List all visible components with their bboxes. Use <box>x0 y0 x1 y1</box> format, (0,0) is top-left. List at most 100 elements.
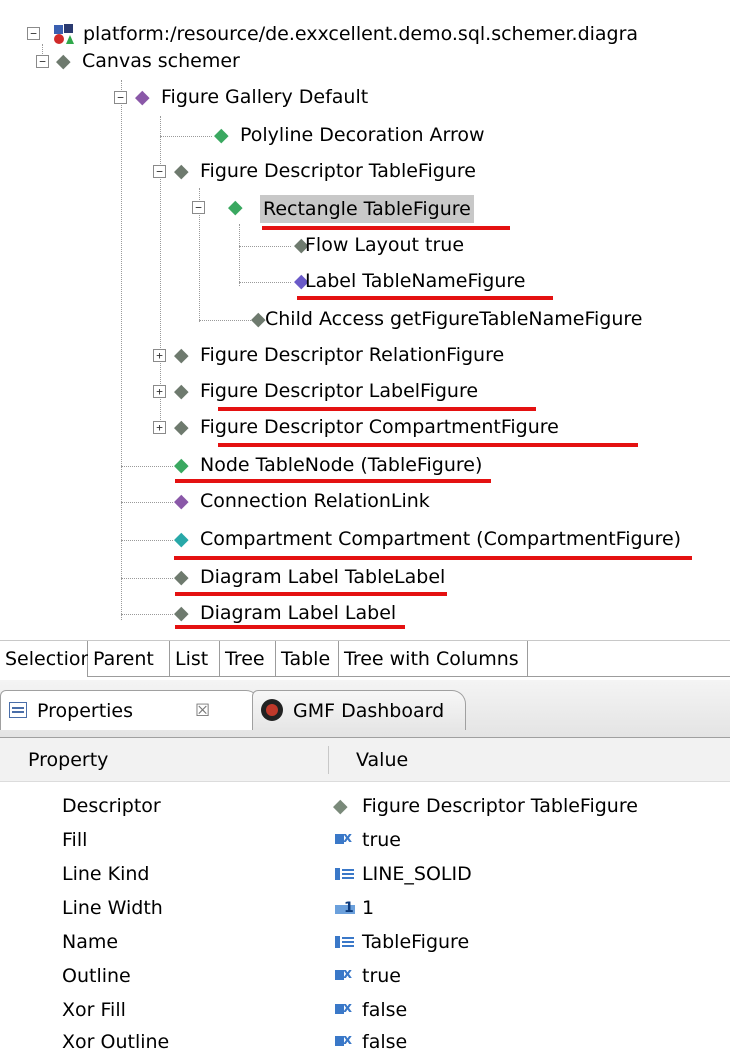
tab-tree-with-columns[interactable]: Tree with Columns <box>339 641 528 677</box>
collapse-toggle[interactable]: − <box>192 201 205 214</box>
tab-properties-label: Properties <box>37 700 134 722</box>
diamond-node-icon: ◆ <box>174 602 189 624</box>
collapse-toggle[interactable]: − <box>36 55 49 68</box>
tree-connector <box>160 136 212 137</box>
tree-connector <box>121 80 122 620</box>
tree-connector <box>121 540 173 541</box>
tab-table[interactable]: Table <box>276 641 339 677</box>
tab-properties[interactable]: Properties ☒ <box>0 690 260 730</box>
property-value: false <box>362 999 408 1021</box>
boolean-icon <box>333 992 357 1027</box>
table-row[interactable]: Descriptor ◆ Figure Descriptor TableFigu… <box>0 790 730 823</box>
diamond-node-icon: ◆ <box>135 86 150 108</box>
property-name: Line Width <box>62 897 163 919</box>
red-underline <box>218 407 536 411</box>
tree-node-label[interactable]: Flow Layout true <box>302 233 467 257</box>
tree-node-label[interactable]: Polyline Decoration Arrow <box>237 123 488 147</box>
property-value: Figure Descriptor TableFigure <box>362 795 638 817</box>
diamond-node-icon: ◆ <box>174 160 189 182</box>
tree-connector <box>239 246 291 247</box>
table-row[interactable]: Name TableFigure <box>0 926 730 959</box>
tree-node-label[interactable]: Figure Descriptor CompartmentFigure <box>197 415 562 439</box>
tree-node-label[interactable]: Diagram Label Label <box>197 601 399 625</box>
tree-node-label[interactable]: Canvas schemer <box>79 49 243 73</box>
red-underline <box>297 296 553 300</box>
property-value: LINE_SOLID <box>362 863 472 885</box>
tree-node-label[interactable]: Connection RelationLink <box>197 489 433 513</box>
property-name: Name <box>62 931 119 953</box>
property-value: true <box>362 829 401 851</box>
boolean-icon <box>333 1024 357 1059</box>
table-row[interactable]: Xor Fill false <box>0 992 730 1027</box>
red-underline <box>175 592 447 596</box>
selection-tab-bar: Selection Parent List Tree Table Tree wi… <box>0 640 730 680</box>
property-name: Xor Outline <box>62 1031 170 1053</box>
tree-node-label[interactable]: Figure Descriptor TableFigure <box>197 159 479 183</box>
tab-selection[interactable]: Selection <box>0 641 93 677</box>
tab-gmf-dashboard-label: GMF Dashboard <box>293 700 445 722</box>
tab-bar-baseline <box>528 676 730 677</box>
expand-toggle[interactable]: + <box>153 349 166 362</box>
properties-icon <box>9 702 27 718</box>
red-underline <box>175 479 491 483</box>
table-row[interactable]: Outline true <box>0 958 730 993</box>
view-tab-bar: Properties ☒ GMF Dashboard <box>0 680 730 738</box>
diamond-node-icon: ◆ <box>174 344 189 366</box>
table-row[interactable]: Line Kind LINE_SOLID <box>0 858 730 891</box>
table-row[interactable]: Xor Outline false <box>0 1024 730 1059</box>
table-row[interactable]: Line Width 1 <box>0 892 730 925</box>
tab-gmf-dashboard[interactable]: GMF Dashboard <box>252 690 466 730</box>
collapse-toggle[interactable]: − <box>114 91 127 104</box>
property-name: Fill <box>62 829 88 851</box>
tree-node-label[interactable]: Figure Descriptor RelationFigure <box>197 343 507 367</box>
diamond-node-icon: ◆ <box>174 566 189 588</box>
diamond-node-icon: ◆ <box>214 124 229 146</box>
gmfgraph-model-icon <box>54 24 74 44</box>
tree-node-label[interactable]: Diagram Label TableLabel <box>197 565 448 589</box>
tree-root-label[interactable]: platform:/resource/de.exxcellent.demo.sq… <box>80 22 641 46</box>
tree-node-label-selected[interactable]: Rectangle TableFigure <box>260 195 474 223</box>
diamond-node-icon: ◆ <box>174 528 189 550</box>
tree-connector <box>239 282 291 283</box>
red-underline <box>175 625 405 629</box>
tree-connector <box>121 502 173 503</box>
figure-descriptor-icon: ◆ <box>333 795 348 817</box>
tree-connector <box>121 614 173 615</box>
collapse-toggle[interactable]: − <box>27 27 40 40</box>
property-value: TableFigure <box>362 931 470 953</box>
tab-parent[interactable]: Parent <box>88 641 170 677</box>
table-row[interactable]: Fill true <box>0 822 730 857</box>
properties-table: Property Value Descriptor ◆ Figure Descr… <box>0 738 730 1058</box>
expand-toggle[interactable]: + <box>153 385 166 398</box>
tree-node-label[interactable]: Compartment Compartment (CompartmentFigu… <box>197 527 684 551</box>
tree-connector <box>121 466 173 467</box>
diamond-node-icon: ◆ <box>174 416 189 438</box>
collapse-toggle[interactable]: − <box>153 165 166 178</box>
tree-node-label[interactable]: Node TableNode (TableFigure) <box>197 453 485 477</box>
text-icon <box>333 858 357 891</box>
property-value: 1 <box>362 897 375 919</box>
column-header-value[interactable]: Value <box>356 738 408 782</box>
column-divider[interactable] <box>328 746 329 774</box>
text-icon <box>333 926 357 959</box>
outline-tree[interactable]: − platform:/resource/de.exxcellent.demo.… <box>0 0 730 640</box>
boolean-icon <box>333 822 357 857</box>
close-icon[interactable]: ☒ <box>195 691 210 731</box>
boolean-icon <box>333 958 357 993</box>
tree-node-label[interactable]: Figure Descriptor LabelFigure <box>197 379 481 403</box>
tab-tree[interactable]: Tree <box>220 641 276 677</box>
tree-connector <box>121 578 173 579</box>
column-header-property[interactable]: Property <box>28 738 108 782</box>
table-header: Property Value <box>0 738 730 782</box>
diamond-node-icon: ◆ <box>174 454 189 476</box>
red-underline <box>174 556 692 560</box>
tree-node-label[interactable]: Figure Gallery Default <box>158 85 371 109</box>
expand-toggle[interactable]: + <box>153 421 166 434</box>
red-underline <box>218 443 638 447</box>
diamond-node-icon: ◆ <box>174 490 189 512</box>
tree-node-label[interactable]: Label TableNameFigure <box>302 269 529 293</box>
tree-node-label[interactable]: Child Access getFigureTableNameFigure <box>262 307 645 331</box>
tab-list[interactable]: List <box>170 641 220 677</box>
property-name: Xor Fill <box>62 999 126 1021</box>
red-underline <box>262 226 510 230</box>
